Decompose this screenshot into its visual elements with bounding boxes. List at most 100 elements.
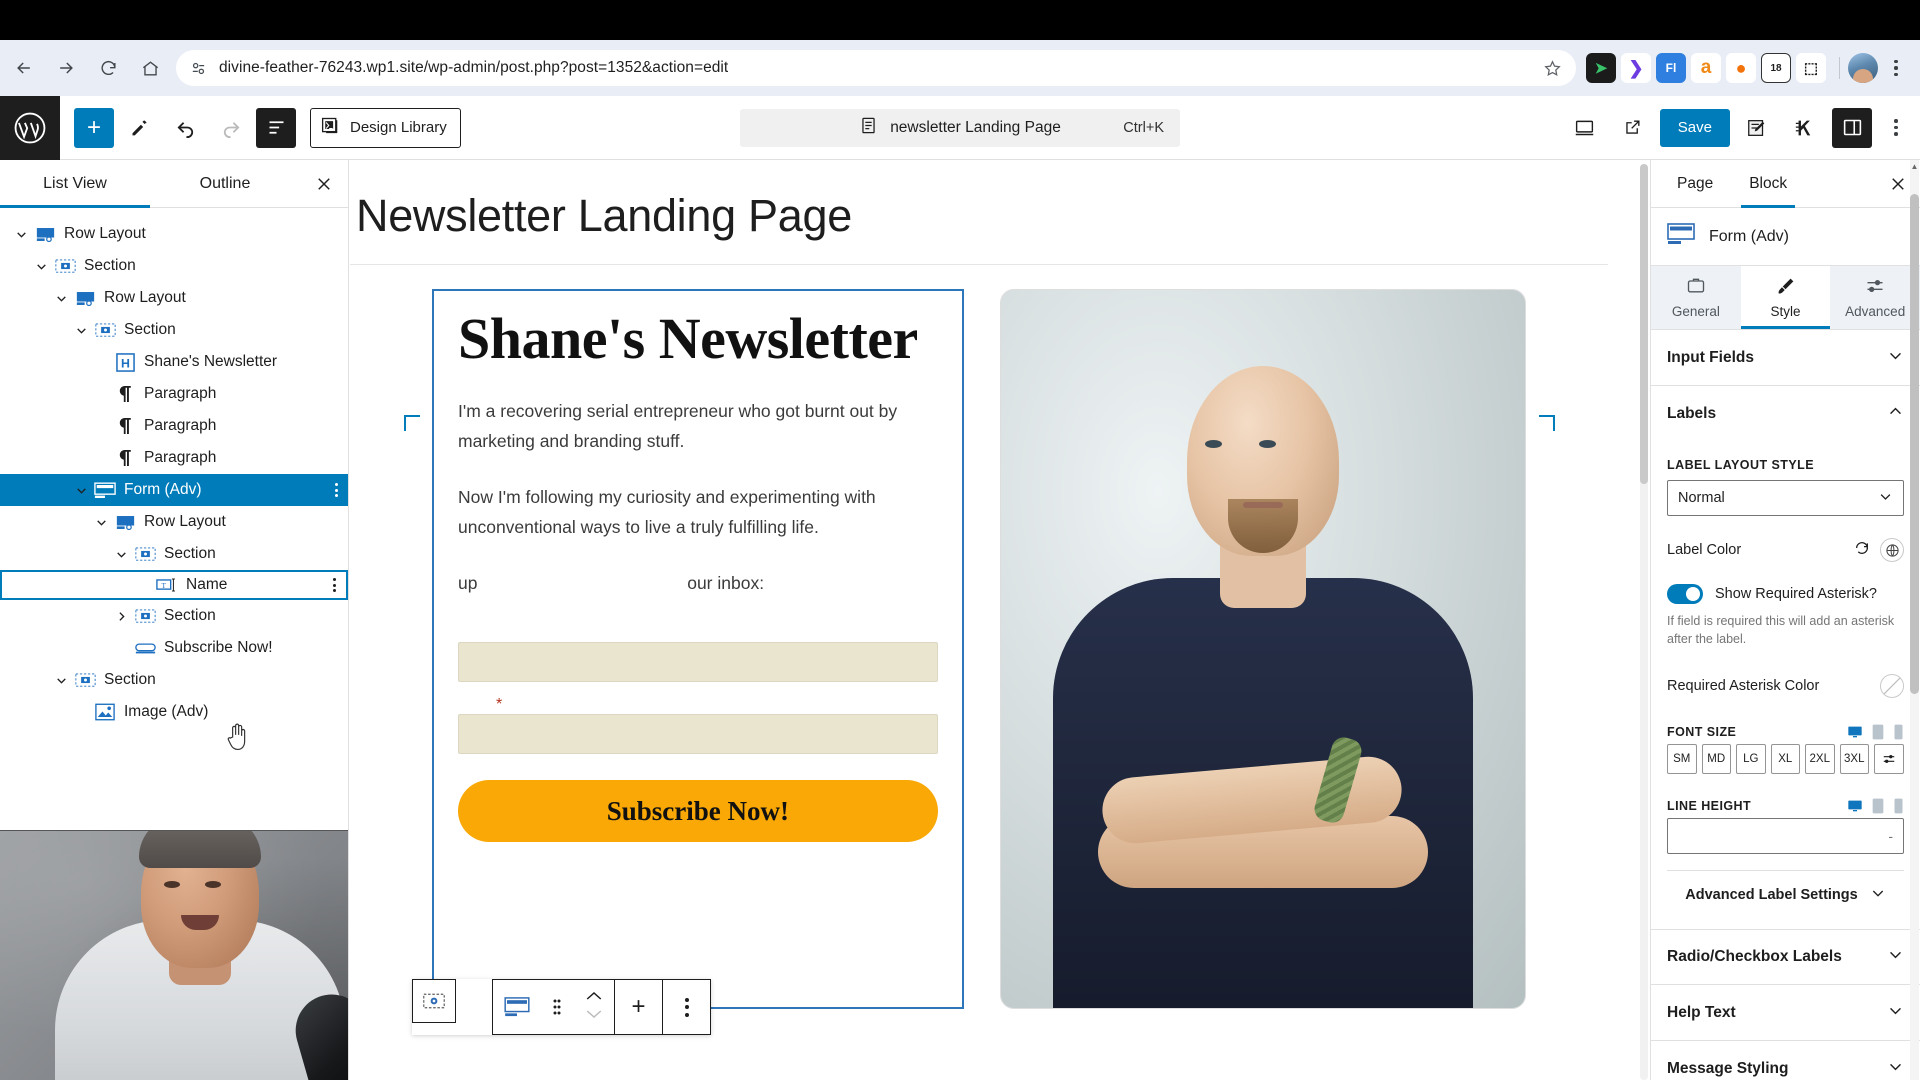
chevron-down-icon[interactable] bbox=[50, 292, 72, 305]
add-block-button[interactable]: + bbox=[74, 107, 114, 148]
newsletter-paragraph-1[interactable]: I'm a recovering serial entrepreneur who… bbox=[458, 396, 938, 456]
redo-button[interactable] bbox=[210, 107, 252, 149]
home-icon[interactable] bbox=[132, 50, 168, 86]
list-view-toggle-button[interactable] bbox=[256, 107, 296, 148]
newsletter-paragraph-2[interactable]: Now I'm following my curiosity and exper… bbox=[458, 482, 938, 542]
tree-item-row-layout[interactable]: Row Layout bbox=[0, 506, 348, 538]
tree-item-section[interactable]: Section bbox=[0, 600, 348, 632]
tree-item-name[interactable]: T Name bbox=[0, 570, 348, 600]
tablet-icon[interactable] bbox=[1871, 724, 1885, 740]
back-arrow-icon[interactable] bbox=[6, 50, 42, 86]
edit-post-icon[interactable] bbox=[1736, 107, 1778, 149]
extension-a-icon[interactable]: a bbox=[1691, 53, 1721, 83]
chevron-down-icon[interactable] bbox=[110, 548, 132, 561]
extension-bot-icon[interactable]: ● bbox=[1726, 53, 1756, 83]
mobile-icon[interactable] bbox=[1893, 798, 1904, 814]
chevron-down-icon[interactable] bbox=[50, 674, 72, 687]
font-size-custom-button[interactable] bbox=[1874, 744, 1904, 775]
site-settings-icon[interactable] bbox=[190, 60, 207, 77]
tree-item-image-adv[interactable]: Image (Adv) bbox=[0, 696, 348, 728]
advanced-label-settings-button[interactable]: Advanced Label Settings bbox=[1667, 871, 1904, 919]
newsletter-paragraph-3[interactable]: up our inbox: bbox=[458, 568, 938, 598]
drag-handle-icon[interactable] bbox=[540, 980, 574, 1034]
font-size-2xl[interactable]: 2XL bbox=[1805, 744, 1835, 775]
settings-sidebar-toggle[interactable] bbox=[1832, 107, 1872, 148]
tree-item-paragraph[interactable]: Paragraph bbox=[0, 442, 348, 474]
reload-icon[interactable] bbox=[90, 50, 126, 86]
subscribe-now-button[interactable]: Subscribe Now! bbox=[458, 780, 938, 843]
tree-item-subscribe-now[interactable]: Subscribe Now! bbox=[0, 632, 348, 664]
canvas-scrollbar-thumb[interactable] bbox=[1640, 164, 1648, 484]
scrollbar-up-arrow[interactable]: ▲ bbox=[1910, 162, 1919, 171]
tree-item-section[interactable]: Section bbox=[0, 250, 348, 282]
font-size-xl[interactable]: XL bbox=[1770, 744, 1800, 775]
wordpress-logo[interactable] bbox=[0, 95, 60, 160]
chevron-down-icon[interactable] bbox=[70, 484, 92, 497]
section-message-styling[interactable]: Message Styling bbox=[1651, 1041, 1920, 1080]
tree-item-options-icon[interactable] bbox=[335, 483, 338, 497]
block-options-kebab-icon[interactable] bbox=[663, 980, 710, 1034]
edit-tool-icon[interactable] bbox=[118, 107, 160, 149]
bookmark-star-icon[interactable] bbox=[1543, 59, 1562, 78]
reset-color-icon[interactable] bbox=[1854, 540, 1870, 561]
chevron-down-icon[interactable] bbox=[585, 1007, 603, 1025]
tree-item-section[interactable]: Section bbox=[0, 314, 348, 346]
chevron-down-icon[interactable] bbox=[70, 324, 92, 337]
save-button[interactable]: Save bbox=[1659, 108, 1730, 147]
tree-item-paragraph[interactable]: Paragraph bbox=[0, 410, 348, 442]
tab-style[interactable]: Style bbox=[1740, 266, 1831, 329]
command-palette-button[interactable]: newsletter Landing Page Ctrl+K bbox=[740, 108, 1180, 147]
label-layout-style-select[interactable]: Normal bbox=[1667, 480, 1904, 516]
extension-calendar-icon[interactable]: 18 bbox=[1761, 53, 1791, 83]
tree-item-row-layout[interactable]: Row Layout bbox=[0, 282, 348, 314]
tab-advanced[interactable]: Advanced bbox=[1830, 266, 1920, 329]
tablet-icon[interactable] bbox=[1871, 798, 1885, 814]
desktop-icon[interactable] bbox=[1847, 724, 1863, 740]
undo-button[interactable] bbox=[164, 107, 206, 149]
form-block-icon[interactable] bbox=[493, 980, 540, 1034]
font-size-md[interactable]: MD bbox=[1701, 744, 1731, 775]
tree-item-section[interactable]: Section bbox=[0, 538, 348, 570]
tree-item-row-layout[interactable]: Row Layout bbox=[0, 218, 348, 250]
mobile-icon[interactable] bbox=[1893, 724, 1904, 740]
page-title[interactable]: Newsletter Landing Page bbox=[350, 160, 1650, 264]
sidebar-scrollbar[interactable]: ▲ bbox=[1910, 160, 1919, 1080]
tab-page[interactable]: Page bbox=[1659, 160, 1731, 208]
name-input-field[interactable] bbox=[458, 642, 938, 683]
editor-more-menu-icon[interactable] bbox=[1882, 119, 1910, 136]
sidebar-scrollbar-thumb[interactable] bbox=[1910, 194, 1919, 694]
design-library-button[interactable]: Design Library bbox=[310, 107, 461, 148]
desktop-icon[interactable] bbox=[1847, 798, 1863, 814]
tree-item-paragraph[interactable]: Paragraph bbox=[0, 378, 348, 410]
section-help-text[interactable]: Help Text bbox=[1651, 985, 1920, 1042]
tree-item-shane-s-newsletter[interactable]: H Shane's Newsletter bbox=[0, 346, 348, 378]
canvas-scrollbar[interactable] bbox=[1640, 164, 1648, 1080]
newsletter-heading[interactable]: Shane's Newsletter bbox=[458, 308, 938, 370]
chevron-up-icon[interactable] bbox=[585, 989, 603, 1007]
tab-outline[interactable]: Outline bbox=[150, 160, 300, 208]
tree-item-options-icon[interactable] bbox=[333, 578, 336, 592]
font-size-lg[interactable]: LG bbox=[1736, 744, 1766, 775]
section-input-fields[interactable]: Input Fields bbox=[1651, 330, 1920, 386]
close-icon[interactable] bbox=[300, 175, 348, 193]
kadence-icon[interactable] bbox=[1784, 107, 1826, 149]
chevron-right-icon[interactable] bbox=[110, 610, 132, 623]
tree-item-form-adv[interactable]: Form (Adv) bbox=[0, 474, 348, 506]
font-size-3xl[interactable]: 3XL bbox=[1839, 744, 1869, 775]
newsletter-form-block[interactable]: Shane's Newsletter I'm a recovering seri… bbox=[432, 289, 964, 1009]
select-parent-section-button[interactable] bbox=[412, 979, 456, 1023]
profile-image-block[interactable] bbox=[999, 289, 1526, 1009]
add-block-inline-button[interactable]: + bbox=[615, 980, 662, 1034]
extension-ticket-icon[interactable]: ⬚ bbox=[1796, 53, 1826, 83]
section-labels[interactable]: Labels bbox=[1651, 386, 1920, 442]
show-required-asterisk-toggle[interactable] bbox=[1667, 584, 1703, 604]
tree-item-section[interactable]: Section bbox=[0, 664, 348, 696]
font-size-sm[interactable]: SM bbox=[1667, 744, 1697, 775]
chevron-down-icon[interactable] bbox=[30, 260, 52, 273]
chevron-down-icon[interactable] bbox=[10, 228, 32, 241]
chevron-down-icon[interactable] bbox=[90, 516, 112, 529]
profile-avatar[interactable] bbox=[1848, 53, 1878, 83]
section-radio-checkbox-labels[interactable]: Radio/Checkbox Labels bbox=[1651, 929, 1920, 986]
email-input-field[interactable] bbox=[458, 714, 938, 755]
label-color-swatch[interactable] bbox=[1880, 538, 1904, 562]
